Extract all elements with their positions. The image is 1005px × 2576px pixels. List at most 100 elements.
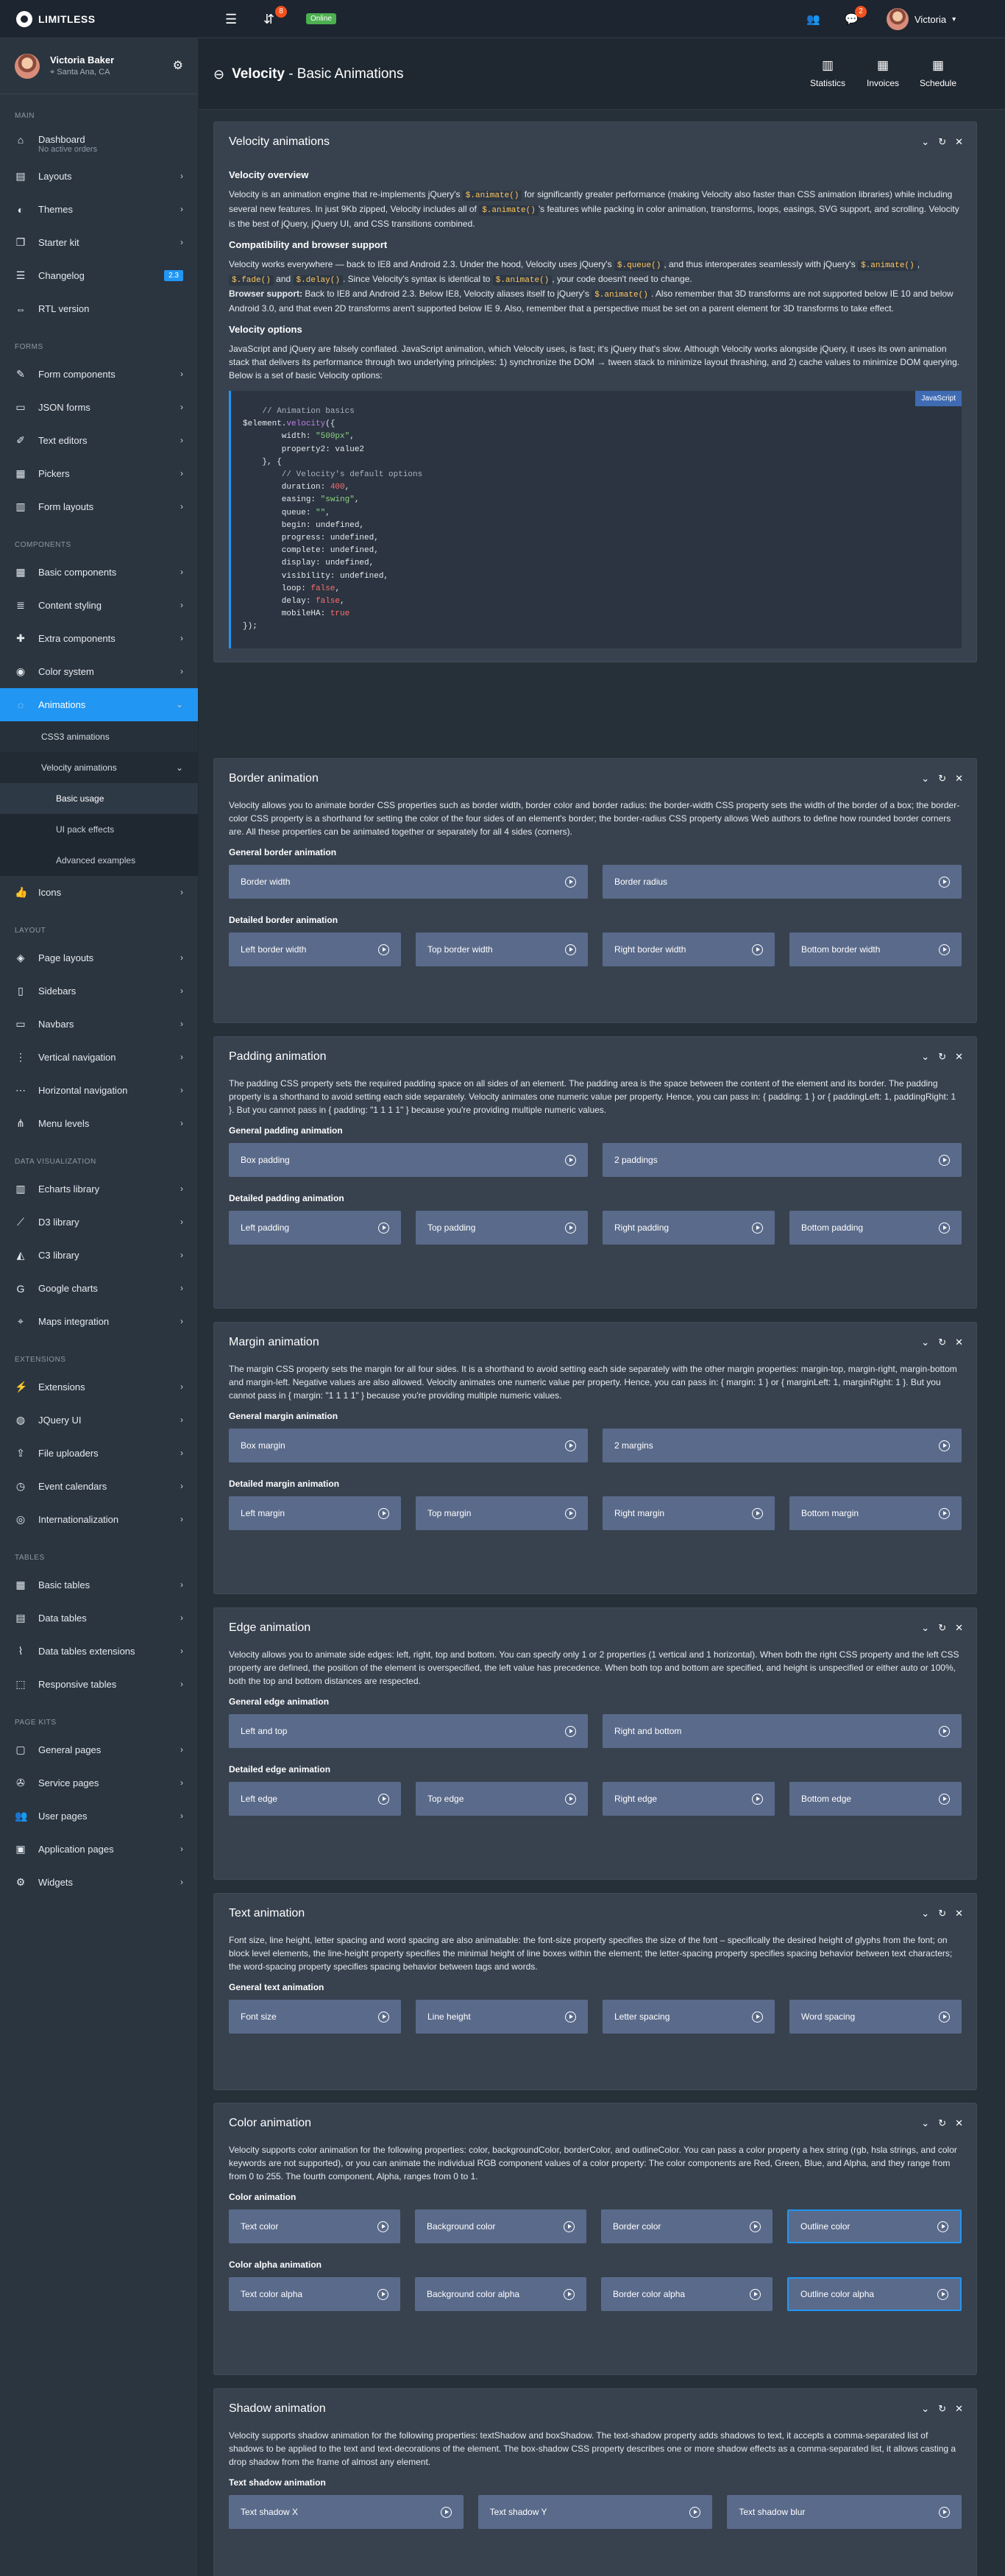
animate-button-font-size[interactable]: Font size xyxy=(229,2000,401,2034)
sidebar-item-basic-components[interactable]: ▦ Basic components › xyxy=(0,556,198,589)
sidebar-item-google-charts[interactable]: G Google charts › xyxy=(0,1272,198,1305)
animate-button-outline-color[interactable]: Outline color xyxy=(787,2209,962,2243)
users-icon[interactable]: 👥 xyxy=(806,0,820,38)
sidebar-item-layouts[interactable]: ▤ Layouts › xyxy=(0,160,198,193)
animate-button-text-color[interactable]: Text color xyxy=(229,2209,400,2243)
sidebar-subitem-level2[interactable]: UI pack effects xyxy=(0,814,198,845)
reload-icon[interactable]: ↻ xyxy=(938,773,946,785)
git-icon[interactable]: ⇵ 8 xyxy=(263,0,287,38)
reload-icon[interactable]: ↻ xyxy=(938,1622,946,1634)
sidebar-subitem[interactable]: CSS3 animations xyxy=(0,721,198,752)
animate-button-top-edge[interactable]: Top edge xyxy=(416,1782,588,1816)
sidebar-item-maps-integration[interactable]: ⌖ Maps integration › xyxy=(0,1305,198,1338)
animate-button-letter-spacing[interactable]: Letter spacing xyxy=(603,2000,775,2034)
animate-button-word-spacing[interactable]: Word spacing xyxy=(789,2000,962,2034)
sidebar-item-general-pages[interactable]: ▢ General pages › xyxy=(0,1733,198,1766)
avatar[interactable] xyxy=(15,53,40,79)
reload-icon[interactable]: ↻ xyxy=(938,136,946,148)
animate-button-left-and-top[interactable]: Left and top xyxy=(229,1714,588,1748)
sidebar-item-text-editors[interactable]: ✐ Text editors › xyxy=(0,424,198,457)
animate-button-right-padding[interactable]: Right padding xyxy=(603,1211,775,1245)
sidebar-subitem-level2[interactable]: Basic usage xyxy=(0,783,198,814)
sidebar-item-page-layouts[interactable]: ◈ Page layouts › xyxy=(0,941,198,974)
animate-button-text-shadow-x[interactable]: Text shadow X xyxy=(229,2495,464,2529)
close-icon[interactable]: ✕ xyxy=(955,1337,963,1348)
animate-button-top-border-width[interactable]: Top border width xyxy=(416,933,588,966)
sidebar-item-json-forms[interactable]: ▭ JSON forms › xyxy=(0,391,198,424)
sidebar-toggle-icon[interactable]: ☰ xyxy=(225,0,237,38)
sidebar-item-responsive-tables[interactable]: ⬚ Responsive tables › xyxy=(0,1668,198,1701)
sidebar-item-extra-components[interactable]: ✚ Extra components › xyxy=(0,622,198,655)
collapse-icon[interactable]: ⌄ xyxy=(921,1051,929,1063)
animate-button-text-color-alpha[interactable]: Text color alpha xyxy=(229,2277,400,2311)
sidebar-item-horizontal-navigation[interactable]: ⋯ Horizontal navigation › xyxy=(0,1074,198,1107)
sidebar-item-rtl-version[interactable]: ⇔ RTL version xyxy=(0,292,198,325)
animate-button-background-color-alpha[interactable]: Background color alpha xyxy=(415,2277,586,2311)
animate-button-background-color[interactable]: Background color xyxy=(415,2209,586,2243)
animate-button-left-margin[interactable]: Left margin xyxy=(229,1496,401,1530)
sidebar-item-animations[interactable]: ◌ Animations ⌄ xyxy=(0,688,198,721)
sidebar-item-echarts-library[interactable]: ▥ Echarts library › xyxy=(0,1172,198,1206)
animate-button-bottom-border-width[interactable]: Bottom border width xyxy=(789,933,962,966)
animate-button-border-radius[interactable]: Border radius xyxy=(603,865,962,899)
sidebar-item-starter-kit[interactable]: ❐ Starter kit › xyxy=(0,226,198,259)
header-button-invoices[interactable]: ▦ Invoices xyxy=(857,58,909,88)
animate-button-left-border-width[interactable]: Left border width xyxy=(229,933,401,966)
reload-icon[interactable]: ↻ xyxy=(938,2403,946,2415)
close-icon[interactable]: ✕ xyxy=(955,136,963,148)
sidebar-item-themes[interactable]: ◐ Themes › xyxy=(0,193,198,226)
animate-button-right-border-width[interactable]: Right border width xyxy=(603,933,775,966)
animate-button-right-and-bottom[interactable]: Right and bottom xyxy=(603,1714,962,1748)
animate-button-top-padding[interactable]: Top padding xyxy=(416,1211,588,1245)
messages-icon[interactable]: 💬 2 xyxy=(845,0,867,38)
animate-button-line-height[interactable]: Line height xyxy=(416,2000,588,2034)
sidebar-item-user-pages[interactable]: 👥 User pages › xyxy=(0,1800,198,1833)
close-icon[interactable]: ✕ xyxy=(955,2403,963,2415)
animate-button-box-margin[interactable]: Box margin xyxy=(229,1429,588,1462)
animate-button-text-shadow-blur[interactable]: Text shadow blur xyxy=(727,2495,962,2529)
reload-icon[interactable]: ↻ xyxy=(938,1337,946,1348)
animate-button-2-paddings[interactable]: 2 paddings xyxy=(603,1143,962,1177)
sidebar-item-navbars[interactable]: ▭ Navbars › xyxy=(0,1008,198,1041)
animate-button-top-margin[interactable]: Top margin xyxy=(416,1496,588,1530)
sidebar-item-data-tables-extensions[interactable]: ⌇ Data tables extensions › xyxy=(0,1635,198,1668)
animate-button-2-margins[interactable]: 2 margins xyxy=(603,1429,962,1462)
animate-button-text-shadow-y[interactable]: Text shadow Y xyxy=(477,2495,713,2529)
collapse-icon[interactable]: ⌄ xyxy=(921,1337,929,1348)
sidebar-item-jquery-ui[interactable]: ◍ JQuery UI › xyxy=(0,1404,198,1437)
reload-icon[interactable]: ↻ xyxy=(938,1051,946,1063)
sidebar-item-widgets[interactable]: ⚙ Widgets › xyxy=(0,1866,198,1899)
sidebar-item-internationalization[interactable]: ◎ Internationalization › xyxy=(0,1503,198,1536)
animate-button-border-width[interactable]: Border width xyxy=(229,865,588,899)
close-icon[interactable]: ✕ xyxy=(955,1051,963,1063)
sidebar-item-pickers[interactable]: ▦ Pickers › xyxy=(0,457,198,490)
sidebar-item-content-styling[interactable]: ≣ Content styling › xyxy=(0,589,198,622)
animate-button-bottom-margin[interactable]: Bottom margin xyxy=(789,1496,962,1530)
gear-icon[interactable]: ⚙ xyxy=(173,58,183,73)
sidebar-item-dashboard[interactable]: ⌂ Dashboard No active orders xyxy=(0,127,198,160)
collapse-icon[interactable]: ⌄ xyxy=(921,136,929,148)
animate-button-left-padding[interactable]: Left padding xyxy=(229,1211,401,1245)
sidebar-item-menu-levels[interactable]: ⋔ Menu levels › xyxy=(0,1107,198,1140)
user-menu[interactable]: Victoria ▾ xyxy=(887,0,956,38)
close-icon[interactable]: ✕ xyxy=(955,2117,963,2129)
sidebar-item-changelog[interactable]: ☰ Changelog 2.3 xyxy=(0,259,198,292)
reload-icon[interactable]: ↻ xyxy=(938,1908,946,1919)
collapse-icon[interactable]: ⌄ xyxy=(921,773,929,785)
sidebar-item-form-layouts[interactable]: ▥ Form layouts › xyxy=(0,490,198,523)
sidebar-item-extensions[interactable]: ⚡ Extensions › xyxy=(0,1370,198,1404)
sidebar-item-data-tables[interactable]: ▤ Data tables › xyxy=(0,1602,198,1635)
close-icon[interactable]: ✕ xyxy=(955,1622,963,1634)
back-icon[interactable]: ⊖ xyxy=(213,67,224,82)
animate-button-left-edge[interactable]: Left edge xyxy=(229,1782,401,1816)
sidebar-item-service-pages[interactable]: ✇ Service pages › xyxy=(0,1766,198,1800)
sidebar-subitem[interactable]: Velocity animations ⌄ xyxy=(0,752,198,783)
sidebar-item-basic-tables[interactable]: ▦ Basic tables › xyxy=(0,1568,198,1602)
collapse-icon[interactable]: ⌄ xyxy=(921,1908,929,1919)
sidebar-item-color-system[interactable]: ◉ Color system › xyxy=(0,655,198,688)
animate-button-border-color[interactable]: Border color xyxy=(601,2209,773,2243)
collapse-icon[interactable]: ⌄ xyxy=(921,2117,929,2129)
animate-button-box-padding[interactable]: Box padding xyxy=(229,1143,588,1177)
collapse-icon[interactable]: ⌄ xyxy=(921,2403,929,2415)
reload-icon[interactable]: ↻ xyxy=(938,2117,946,2129)
